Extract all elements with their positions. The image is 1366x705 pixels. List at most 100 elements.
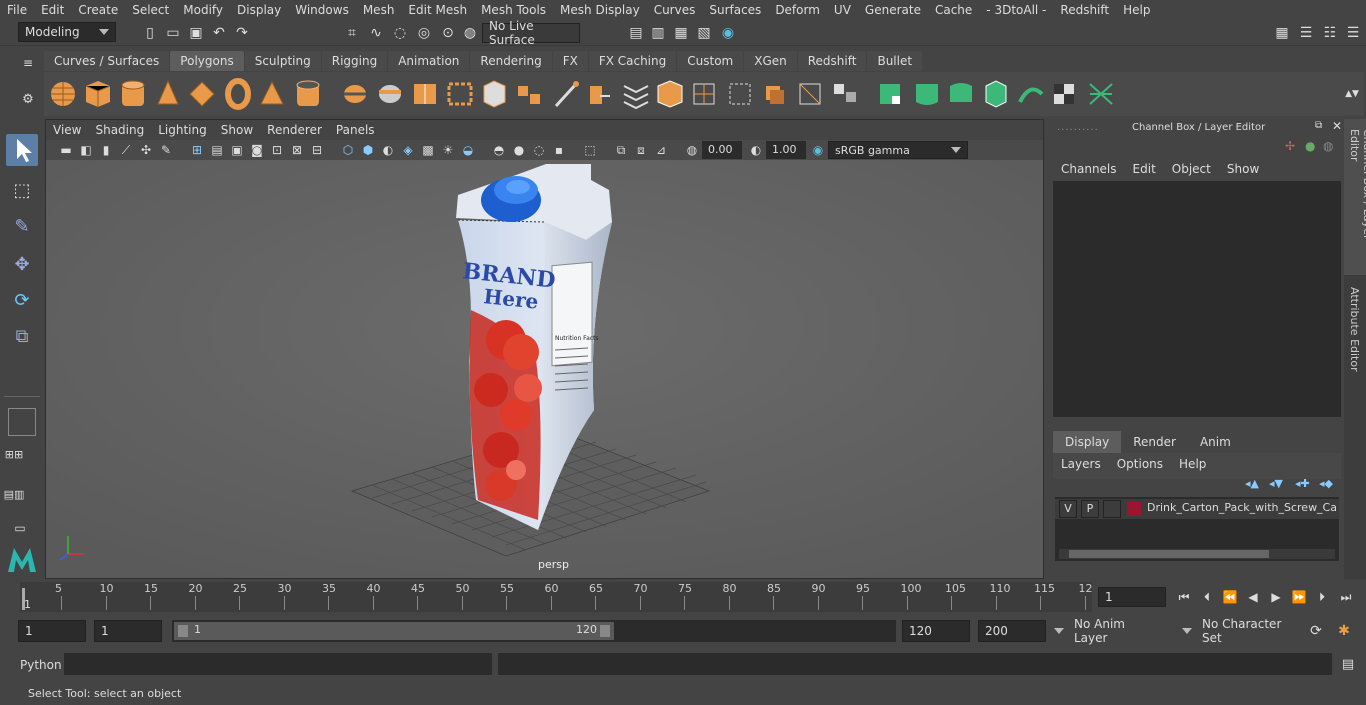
- layer-menu-help[interactable]: Help: [1171, 454, 1214, 474]
- select-tool-button[interactable]: [6, 134, 38, 166]
- range-end-handle[interactable]: [600, 625, 610, 637]
- play-backward-icon[interactable]: ◀: [1243, 587, 1263, 607]
- wireframe-icon[interactable]: ⬡: [338, 140, 358, 160]
- camera-icon[interactable]: ▬: [56, 140, 76, 160]
- shelf-scroll-icon[interactable]: ▲▼: [1342, 84, 1362, 104]
- tab-channel-box[interactable]: Channel Box / Layer Editor: [1344, 119, 1366, 275]
- rotate-tool-icon[interactable]: ⟳: [12, 290, 32, 311]
- channel-toggle-icon[interactable]: ◍: [1323, 139, 1333, 153]
- menu-select[interactable]: Select: [125, 0, 176, 20]
- menu-file[interactable]: File: [0, 0, 34, 20]
- anti-alias-icon[interactable]: ◌: [529, 140, 549, 160]
- shelf-tab-xgen[interactable]: XGen: [744, 51, 797, 71]
- multicut-icon[interactable]: [554, 81, 579, 108]
- menu-redshift[interactable]: Redshift: [1053, 0, 1116, 20]
- smooth-icon[interactable]: [414, 84, 436, 104]
- menu-mesh-tools[interactable]: Mesh Tools: [474, 0, 553, 20]
- wedge-icon[interactable]: [985, 80, 1007, 108]
- menu-uv[interactable]: UV: [827, 0, 858, 20]
- colorspace-dropdown[interactable]: sRGB gamma: [828, 141, 968, 159]
- resolution-gate-icon[interactable]: ▣: [227, 140, 247, 160]
- snap-grid-icon[interactable]: ⌗: [342, 23, 362, 43]
- combine-icon[interactable]: [344, 85, 366, 103]
- new-layer-selected-icon[interactable]: ◂◆: [1319, 477, 1333, 490]
- shelf-tab-redshift[interactable]: Redshift: [797, 51, 867, 71]
- shelf-tab-fx[interactable]: FX: [552, 51, 588, 71]
- step-forward-icon[interactable]: ⏵: [1312, 587, 1332, 607]
- shelf-tab-polygons[interactable]: Polygons: [170, 51, 244, 71]
- layer-menu-layers[interactable]: Layers: [1053, 454, 1109, 474]
- redo-icon[interactable]: ↷: [232, 23, 252, 43]
- single-pane-layout-icon[interactable]: [8, 408, 36, 436]
- auto-key-icon[interactable]: ⟳: [1306, 621, 1326, 641]
- open-scene-icon[interactable]: ▭: [163, 23, 183, 43]
- time-ruler[interactable]: 5 10 15 20 25 30 35 40 45 50 55 60 65 70 75 80 85 90 95 100…: [20, 582, 1093, 612]
- poly-torus-icon[interactable]: [225, 78, 251, 110]
- layer-name[interactable]: Drink_Carton_Pack_with_Screw_Cap_I: [1147, 501, 1337, 514]
- new-layer-icon[interactable]: ◂✚: [1295, 477, 1310, 490]
- layer-scrollbar-thumb[interactable]: [1069, 550, 1269, 558]
- exposure-icon[interactable]: ◍: [682, 140, 702, 160]
- poly-pipe-icon[interactable]: [296, 80, 320, 106]
- channel-key-icon[interactable]: ✢: [1285, 139, 1295, 153]
- planar-map-icon[interactable]: [729, 83, 751, 105]
- move-tool-icon[interactable]: ✥: [12, 254, 32, 275]
- viewport-menu-view[interactable]: View: [46, 120, 88, 140]
- play-forward-icon[interactable]: ▶: [1266, 587, 1286, 607]
- render-settings-icon[interactable]: ▧: [694, 23, 714, 43]
- shelf-tab-curves-surfaces[interactable]: Curves / Surfaces: [44, 51, 170, 71]
- connect-icon[interactable]: [1089, 83, 1113, 105]
- scene-start-field[interactable]: 1: [18, 620, 86, 642]
- menu-mesh-display[interactable]: Mesh Display: [553, 0, 647, 20]
- go-to-start-icon[interactable]: ⏮: [1174, 587, 1194, 607]
- layer-tab-anim[interactable]: Anim: [1188, 431, 1243, 453]
- layer-color-swatch[interactable]: [1127, 502, 1141, 516]
- xray-active-icon[interactable]: ⧈: [631, 140, 651, 160]
- use-lights-icon[interactable]: ☀: [438, 140, 458, 160]
- menu-display[interactable]: Display: [230, 0, 288, 20]
- film-gate-icon[interactable]: ▤: [207, 140, 227, 160]
- current-frame-field[interactable]: 1: [1098, 587, 1166, 607]
- menu-deform[interactable]: Deform: [768, 0, 827, 20]
- four-pane-layout-icon[interactable]: ⊞⊞: [4, 444, 24, 464]
- range-track[interactable]: 1 120: [172, 620, 896, 642]
- layer-tab-display[interactable]: Display: [1053, 431, 1122, 453]
- snap-live-icon[interactable]: ◍: [460, 23, 480, 43]
- time-slider[interactable]: 5 10 15 20 25 30 35 40 45 50 55 60 65 70 75 80 85 90 95 100…: [0, 580, 1366, 614]
- shelf-menu-icon[interactable]: ≡: [18, 53, 38, 73]
- range-bar[interactable]: 1 120: [174, 622, 614, 640]
- extrude-icon[interactable]: [447, 82, 473, 106]
- viewport-menu-renderer[interactable]: Renderer: [260, 120, 329, 140]
- shelf-tab-custom[interactable]: Custom: [677, 51, 744, 71]
- color-management-icon[interactable]: ◉: [808, 140, 828, 160]
- menu-mesh[interactable]: Mesh: [356, 0, 402, 20]
- menu-surfaces[interactable]: Surfaces: [702, 0, 768, 20]
- channel-options-icon[interactable]: ●: [1305, 139, 1315, 153]
- workspace-icon[interactable]: ▦: [1272, 23, 1292, 43]
- side-by-side-layout-icon[interactable]: ▤▥: [4, 484, 25, 504]
- viewport-menu-lighting[interactable]: Lighting: [151, 120, 214, 140]
- create-face-icon[interactable]: [880, 84, 900, 104]
- menu-generate[interactable]: Generate: [858, 0, 928, 20]
- playback-start-field[interactable]: 1: [94, 620, 162, 642]
- bridge-icon[interactable]: [483, 80, 506, 108]
- safe-action-icon[interactable]: ⊠: [287, 140, 307, 160]
- render-view-icon[interactable]: ▥: [648, 23, 668, 43]
- layer-display-type-toggle[interactable]: [1103, 500, 1121, 518]
- bevel-icon[interactable]: [518, 86, 540, 104]
- exposure-field[interactable]: 0.00: [702, 141, 742, 159]
- layer-up-icon[interactable]: ◂▲: [1245, 477, 1259, 490]
- insert-loop-icon[interactable]: [657, 80, 683, 108]
- snap-surface-icon[interactable]: ⊙: [438, 23, 458, 43]
- camera-attr-icon[interactable]: ◧: [76, 140, 96, 160]
- channel-menu-edit[interactable]: Edit: [1125, 159, 1164, 179]
- shelf-tab-sculpting[interactable]: Sculpting: [244, 51, 321, 71]
- shelf-tab-animation[interactable]: Animation: [388, 51, 470, 71]
- menu-create[interactable]: Create: [71, 0, 125, 20]
- toggle-attr-icon[interactable]: ☰: [1296, 23, 1316, 43]
- character-set-dropdown[interactable]: No Character Set: [1176, 617, 1300, 645]
- xray-icon[interactable]: ▩: [418, 140, 438, 160]
- motion-blur-icon[interactable]: ●: [509, 140, 529, 160]
- drag-handle-icon[interactable]: ..........: [1057, 122, 1099, 133]
- perspective-viewport[interactable]: Nutrition Facts BRAND Here persp: [46, 160, 1043, 578]
